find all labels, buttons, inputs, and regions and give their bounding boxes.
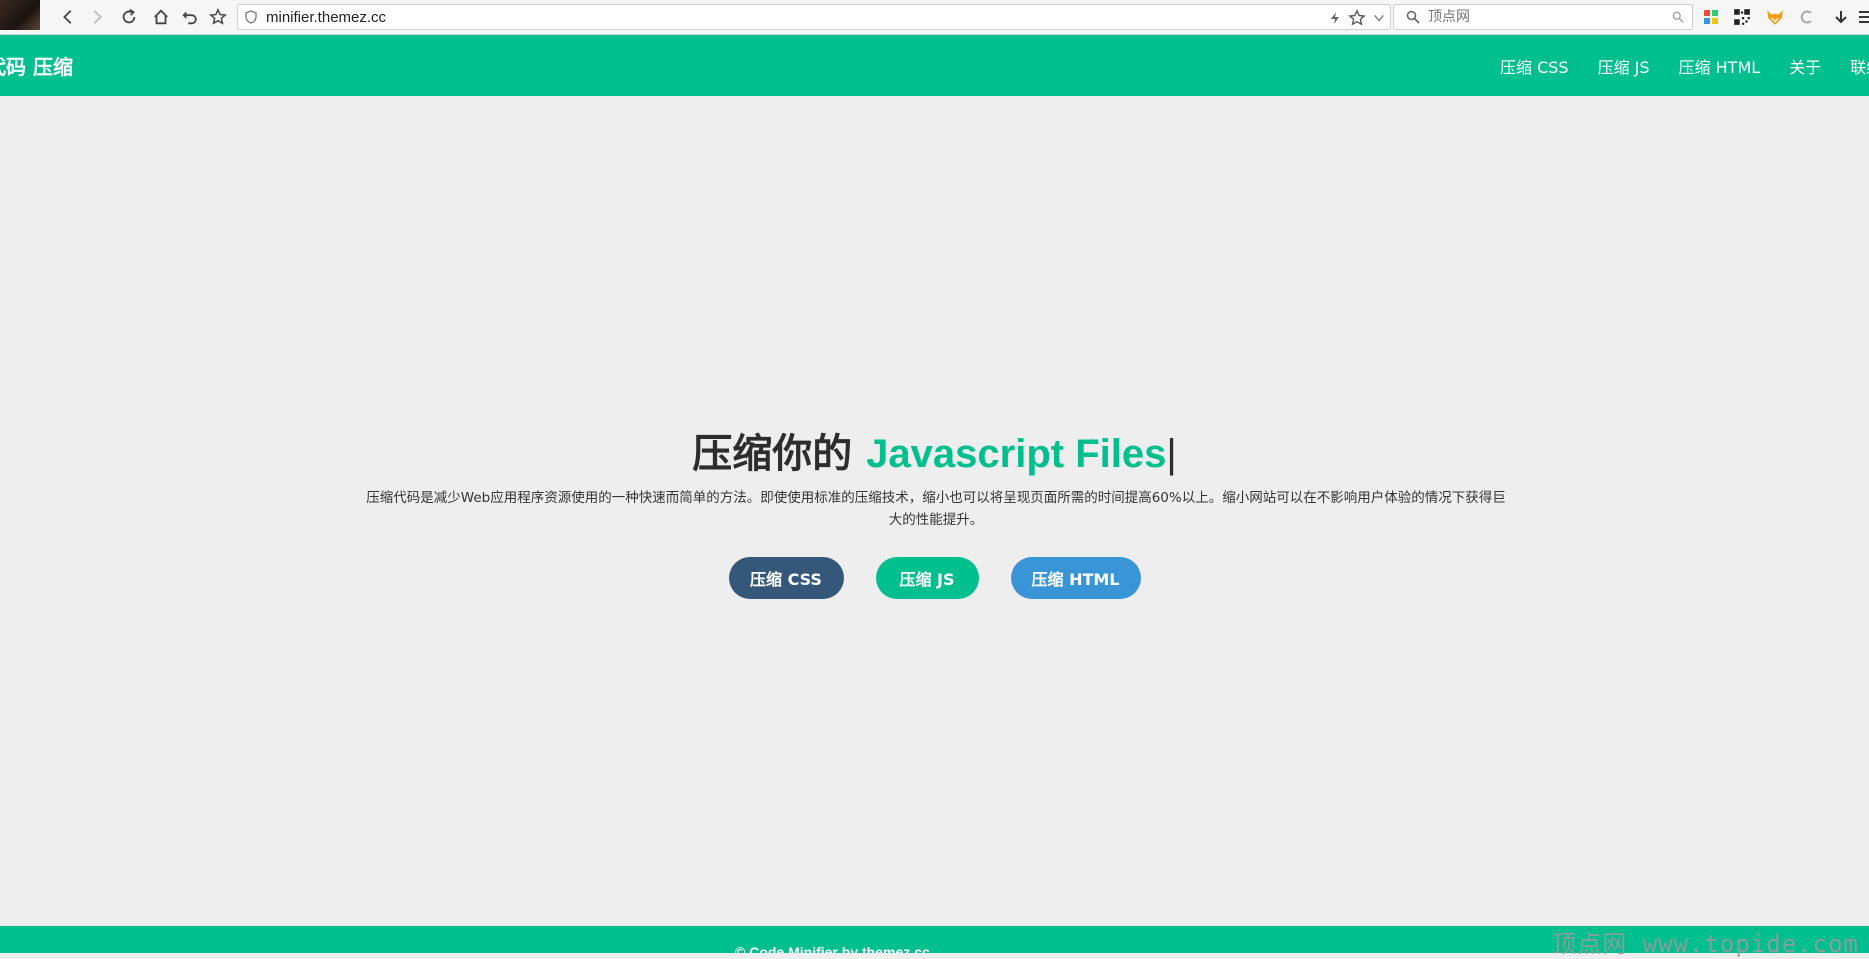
- site-header: 代码 压缩 压缩 CSS 压缩 JS 压缩 HTML 关于 联络: [0, 35, 1869, 96]
- address-bar[interactable]: minifier.themez.cc: [237, 4, 1391, 30]
- star-icon[interactable]: [207, 6, 229, 28]
- hero-description: 压缩代码是减少Web应用程序资源使用的一种快速而简单的方法。即使使用标准的压缩技…: [366, 490, 1506, 528]
- shield-icon: [244, 10, 258, 24]
- bookmark-star-icon[interactable]: [1348, 9, 1366, 27]
- hero-button-row: 压缩 CSS 压缩 JS 压缩 HTML: [0, 557, 1869, 599]
- nav-about[interactable]: 关于: [1789, 54, 1821, 78]
- home-icon[interactable]: [150, 6, 172, 28]
- reload-icon[interactable]: [118, 6, 140, 28]
- site-brand[interactable]: 代码 压缩: [0, 51, 73, 80]
- forward-arrow-icon[interactable]: [86, 6, 108, 28]
- hero-title: 压缩你的 Javascript Files|: [0, 428, 1869, 480]
- nav-contact[interactable]: 联络: [1850, 54, 1869, 78]
- back-arrow-icon[interactable]: [57, 6, 79, 28]
- browser-toolbar: minifier.themez.cc: [0, 0, 1869, 35]
- undo-icon[interactable]: [179, 6, 201, 28]
- hero-title-lead: 压缩你的: [692, 431, 867, 477]
- menu-icon[interactable]: [1855, 7, 1869, 27]
- search-go-icon[interactable]: [1672, 10, 1686, 24]
- download-arrow-icon[interactable]: [1831, 7, 1851, 27]
- grey-c-icon[interactable]: [1797, 7, 1817, 27]
- search-box[interactable]: [1393, 4, 1693, 30]
- fox-icon[interactable]: [1765, 7, 1785, 27]
- compress-html-button[interactable]: 压缩 HTML: [1010, 557, 1141, 599]
- nav-compress-html[interactable]: 压缩 HTML: [1679, 54, 1761, 78]
- nav-compress-js[interactable]: 压缩 JS: [1598, 54, 1650, 78]
- url-text[interactable]: minifier.themez.cc: [266, 9, 386, 26]
- lightning-icon[interactable]: [1326, 9, 1344, 27]
- main-nav: 压缩 CSS 压缩 JS 压缩 HTML 关于 联络: [1500, 35, 1869, 96]
- search-icon: [1406, 10, 1420, 24]
- nav-compress-css[interactable]: 压缩 CSS: [1500, 54, 1569, 78]
- watermark: 顶点网 www.topide.com: [1552, 930, 1859, 958]
- compress-js-button[interactable]: 压缩 JS: [875, 557, 979, 599]
- compress-css-button[interactable]: 压缩 CSS: [728, 557, 844, 599]
- search-input[interactable]: [1426, 7, 1656, 27]
- qr-code-icon[interactable]: [1732, 7, 1752, 27]
- grid-apps-icon[interactable]: [1701, 7, 1721, 27]
- typing-caret: |: [1166, 432, 1177, 476]
- chevron-down-icon[interactable]: [1370, 9, 1388, 27]
- footer-copyright: © Code Minifier by themez.cc: [735, 944, 930, 953]
- hero-title-accent: Javascript Files: [866, 432, 1167, 476]
- avatar[interactable]: [0, 0, 40, 30]
